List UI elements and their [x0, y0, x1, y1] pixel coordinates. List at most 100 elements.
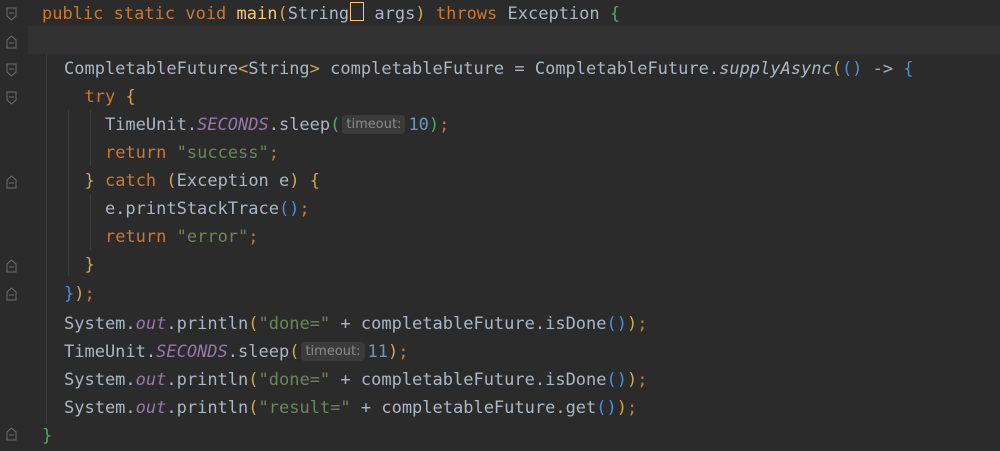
keyword-token: ; [637, 370, 648, 390]
code-line[interactable]: }); [0, 280, 1000, 308]
code-token: { [609, 4, 621, 24]
code-token: { [309, 171, 321, 191]
keyword-token: ; [248, 227, 259, 247]
code-line[interactable]: return "error"; [0, 223, 1000, 251]
code-line[interactable]: TimeUnit.SECONDS.sleep(timeout: 11); [0, 338, 1000, 366]
string-literal: "error" [176, 227, 249, 247]
code-token: out [135, 398, 167, 418]
code-token: } [84, 255, 95, 275]
keyword-token: ; [299, 199, 310, 219]
keyword-token: try [84, 87, 116, 107]
code-token: < [238, 59, 249, 79]
code-token: ( [330, 115, 341, 135]
code-token: ( [248, 370, 259, 390]
code-token: > [309, 59, 320, 79]
string-literal: "success" [176, 143, 269, 163]
code-line[interactable]: public static void main(String[] args) t… [0, 0, 1000, 28]
code-token: -> [862, 59, 904, 79]
code-token: ( [248, 314, 259, 334]
code-token: TimeUnit. [64, 115, 198, 135]
code-line[interactable]: } [0, 251, 1000, 279]
code-token: { [903, 59, 914, 79]
keyword-token: ; [627, 398, 638, 418]
code-line-text: return "success"; [64, 139, 279, 167]
code-token: Exception e [176, 171, 290, 191]
code-line-text: try { [64, 83, 135, 111]
code-token: Exception [497, 4, 610, 24]
code-token: ) [627, 314, 638, 334]
keyword-token: throws [435, 4, 498, 24]
string-literal: "done=" [258, 370, 331, 390]
code-line-text: return "error"; [64, 223, 259, 251]
code-token: ( [289, 342, 300, 362]
code-token: .sleep [227, 342, 290, 362]
keyword-token: void [185, 4, 227, 24]
code-token: CompletableFuture [64, 59, 238, 79]
code-token: supplyAsync [719, 59, 832, 79]
code-token: + completableFuture.isDone [330, 314, 607, 334]
code-token: .println [166, 314, 249, 334]
code-line[interactable]: System.out.println("result=" + completab… [0, 394, 1000, 422]
code-token: args [364, 4, 416, 24]
code-line-text: public static void main(String[] args) t… [42, 0, 620, 28]
code-line-text: System.out.println("done=" + completable… [64, 310, 648, 338]
code-token: () [278, 199, 300, 219]
number-literal: 11 [367, 342, 388, 362]
keyword-token: ; [398, 342, 409, 362]
code-line[interactable]: } [0, 422, 1000, 450]
code-line-text: }); [64, 280, 95, 308]
code-token: SECONDS [197, 115, 269, 135]
code-line[interactable]: try { [0, 83, 1000, 111]
code-line[interactable] [0, 26, 1000, 54]
code-token: out [135, 370, 167, 390]
code-line[interactable]: } catch (Exception e) { [0, 167, 1000, 195]
code-line[interactable]: System.out.println("done=" + completable… [0, 310, 1000, 338]
code-token: .println [166, 370, 249, 390]
code-token: ) [428, 115, 440, 135]
code-editor[interactable]: public static void main(String[] args) t… [0, 0, 1000, 451]
code-token: ( [166, 171, 177, 191]
code-token: ) [289, 171, 300, 191]
code-line[interactable]: System.out.println("done=" + completable… [0, 366, 1000, 394]
code-token: System. [64, 398, 136, 418]
code-token: ( [277, 4, 288, 24]
code-token: } [42, 426, 53, 446]
code-line-text: TimeUnit.SECONDS.sleep(timeout: 11); [64, 338, 408, 366]
code-line-text: TimeUnit.SECONDS.sleep(timeout: 10); [64, 111, 449, 139]
code-token: + completableFuture.isDone [330, 370, 607, 390]
code-token: String [287, 4, 350, 24]
code-token: completableFuture = CompletableFuture. [319, 59, 720, 79]
string-literal: "done=" [258, 314, 331, 334]
code-token: ) [627, 370, 638, 390]
code-line[interactable]: TimeUnit.SECONDS.sleep(timeout: 10); [0, 111, 1000, 139]
array-bracket-token: [] [350, 2, 365, 21]
code-token: () [596, 398, 617, 418]
keyword-token: catch [104, 171, 157, 191]
keyword-token: public [42, 4, 104, 24]
code-token: e.printStackTrace [64, 199, 279, 219]
code-token: out [135, 314, 167, 334]
code-line[interactable]: CompletableFuture<String> completableFut… [0, 55, 1000, 83]
code-token: TimeUnit. [64, 342, 157, 362]
code-token: .sleep [268, 115, 331, 135]
code-token: ) [616, 398, 628, 418]
code-line-text: } catch (Exception e) { [64, 167, 320, 195]
code-line[interactable]: e.printStackTrace(); [0, 195, 1000, 223]
code-line[interactable]: return "success"; [0, 139, 1000, 167]
code-line-text: e.printStackTrace(); [64, 195, 310, 223]
code-area[interactable]: public static void main(String[] args) t… [0, 0, 1000, 451]
code-token: SECONDS [156, 342, 228, 362]
code-token: ) [74, 284, 85, 304]
